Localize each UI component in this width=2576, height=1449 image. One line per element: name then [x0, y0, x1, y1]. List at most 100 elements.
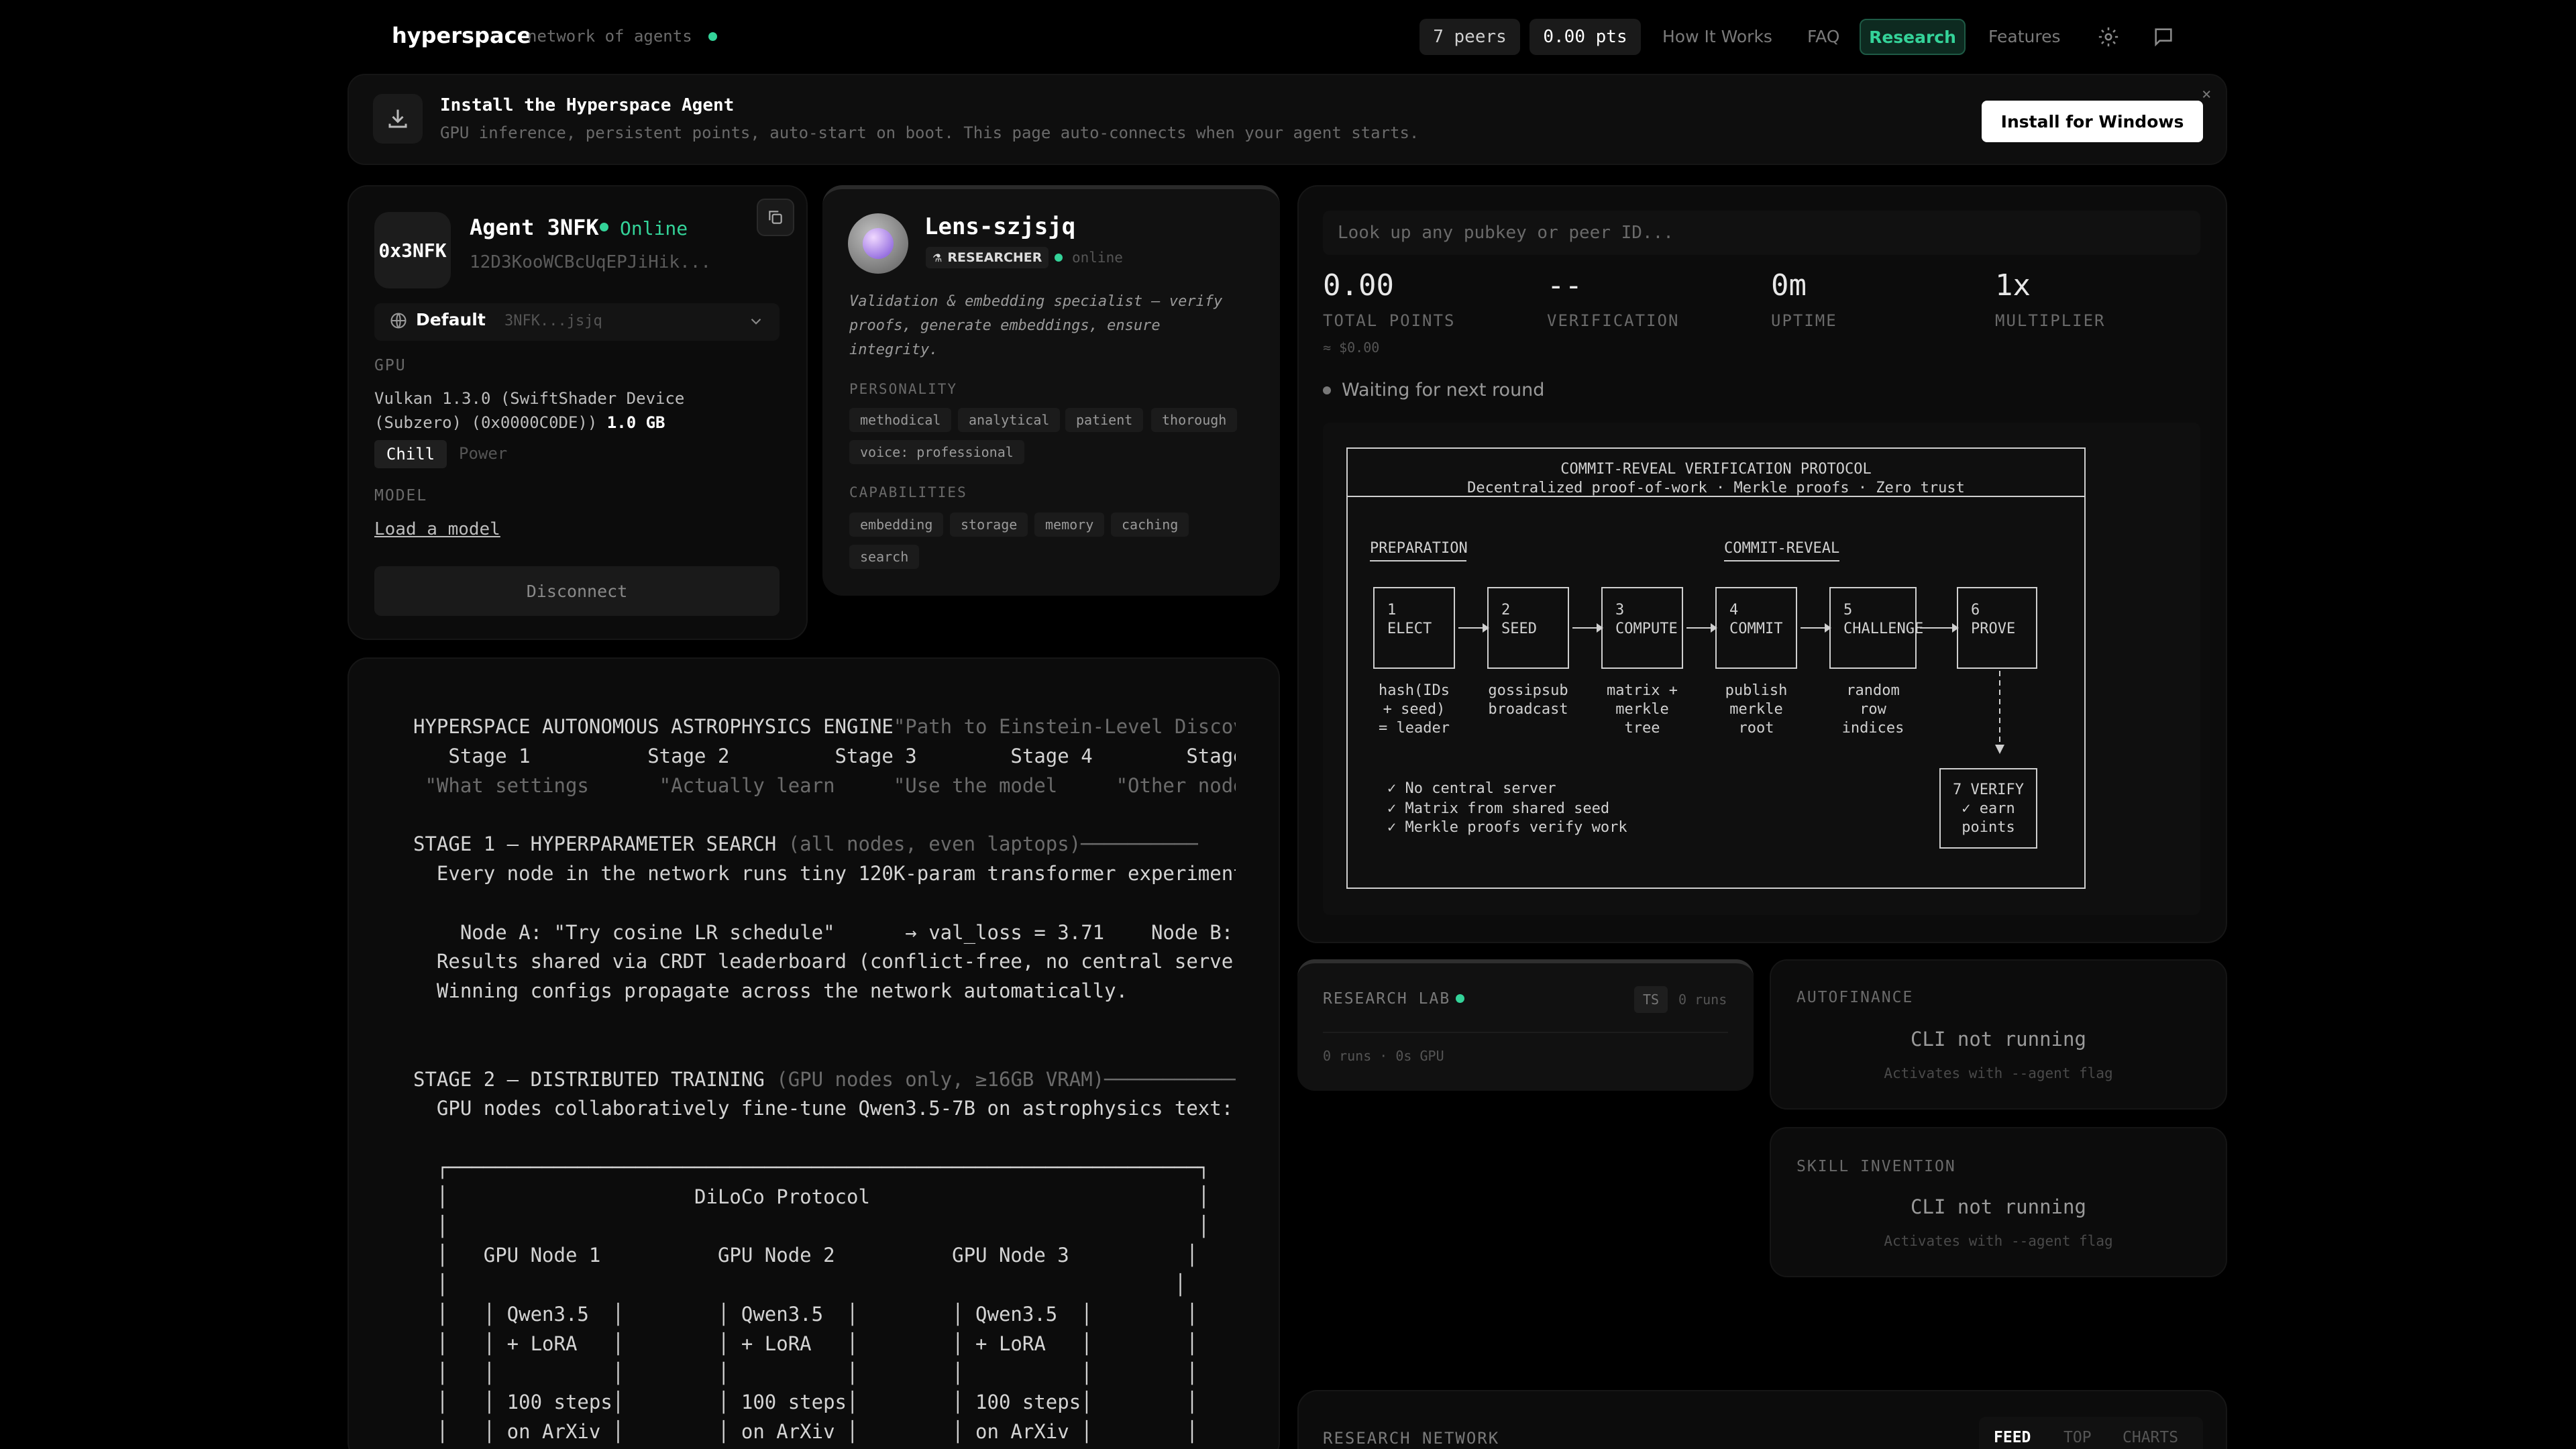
protocol-step-name: PROVE — [1971, 621, 2015, 637]
wallet-label: Default — [416, 310, 486, 329]
protocol-step-number: 6 — [1971, 602, 1980, 619]
engine-ascii-text: HYPERSPACE AUTONOMOUS ASTROPHYSICS ENGIN… — [413, 712, 1236, 1449]
skill-invention-title: SKILL INVENTION — [1796, 1158, 1956, 1175]
brand-logo[interactable]: hyperspace — [392, 23, 531, 48]
verify-step-desc: ✓ earn — [1962, 800, 2015, 817]
engine-line-text: GPU nodes collaboratively fine-tune Qwen… — [413, 1097, 1234, 1120]
protocol-step-desc: row — [1860, 701, 1886, 718]
skill-invention-hint: Activates with --agent flag — [1884, 1233, 2113, 1249]
engine-line: │ │ Qwen3.5 │ │ Qwen3.5 │ │ Qwen3.5 │ │ — [413, 1300, 1236, 1330]
uptime-label: UPTIME — [1771, 311, 1837, 330]
total-points-value: 0.00 — [1323, 268, 1394, 303]
check-item: ✓ Matrix from shared seed — [1387, 800, 1609, 817]
peer-lookup-input[interactable]: Look up any pubkey or peer ID... — [1323, 211, 2200, 255]
round-status-dot — [1323, 386, 1331, 394]
protocol-title: COMMIT-REVEAL VERIFICATION PROTOCOL — [1560, 461, 1872, 478]
capability-tag: memory — [1034, 513, 1105, 537]
protocol-step-number: 4 — [1729, 602, 1738, 619]
engine-line: "What settings "Actually learn "Use the … — [413, 771, 1236, 801]
engine-line: │ │ on ArXiv │ │ on ArXiv │ │ on ArXiv │… — [413, 1417, 1236, 1447]
protocol-step-number: 2 — [1501, 602, 1510, 619]
close-icon[interactable]: × — [2202, 85, 2211, 103]
agent-peer-id[interactable]: 12D3KooWCBcUqEPJiHik... — [470, 252, 711, 272]
chat-icon[interactable] — [2152, 25, 2175, 51]
protocol-step-name: SEED — [1501, 621, 1537, 637]
engine-line: HYPERSPACE AUTONOMOUS ASTROPHYSICS ENGIN… — [413, 712, 1236, 742]
agent-avatar: 0x3NFK — [374, 212, 451, 288]
persona-status: online — [1072, 250, 1123, 266]
usd-equivalent: ≈ $0.00 — [1323, 339, 1380, 356]
protocol-step-desc: random — [1846, 682, 1899, 699]
engine-line-text: │ │ — [413, 1214, 1210, 1238]
banner-subtitle: GPU inference, persistent points, auto-s… — [440, 123, 1419, 142]
capability-tag: embedding — [849, 513, 944, 537]
flask-icon: ⚗ — [932, 251, 943, 264]
engine-line-text: Every node in the network runs tiny 120K… — [413, 861, 1236, 885]
engine-line-text: STAGE 1 — HYPERPARAMETER SEARCH — [413, 833, 788, 856]
protocol-step-number: 3 — [1615, 602, 1624, 619]
persona-avatar — [848, 213, 908, 274]
mode-chill-button[interactable]: Chill — [374, 440, 447, 468]
protocol-step-desc: root — [1739, 720, 1774, 737]
capabilities-label: CAPABILITIES — [849, 484, 967, 500]
tab-top[interactable]: TOP — [2063, 1429, 2092, 1446]
engine-line — [413, 800, 1236, 830]
settings-gear-icon[interactable] — [2097, 25, 2120, 51]
research-lab-summary: 0 runs · 0s GPU — [1323, 1048, 1444, 1064]
verify-step: 7 VERIFY — [1953, 782, 2024, 798]
check-item: ✓ No central server — [1387, 780, 1556, 797]
brand-tagline: network of agents — [527, 27, 692, 46]
online-dot — [600, 223, 608, 231]
multiplier-label: MULTIPLIER — [1995, 311, 2106, 330]
persona-online-dot — [1055, 254, 1063, 262]
engine-line-text: │ │ + LoRA │ │ + LoRA │ │ + LoRA │ │ — [413, 1332, 1198, 1355]
network-status-dot — [708, 32, 717, 41]
engine-line: │ │ 100 steps│ │ 100 steps│ │ 100 steps│… — [413, 1388, 1236, 1417]
install-windows-button[interactable]: Install for Windows — [1982, 101, 2203, 142]
engine-line-text: STAGE 2 — DISTRIBUTED TRAINING — [413, 1067, 777, 1091]
tab-charts[interactable]: CHARTS — [2123, 1429, 2178, 1446]
protocol-step-desc: merkle — [1615, 701, 1668, 718]
nav-research[interactable]: Research — [1860, 19, 1966, 55]
engine-line-text: │ │ │ │ │ │ │ │ — [413, 1361, 1198, 1385]
engine-line-text: │ │ Qwen3.5 │ │ Qwen3.5 │ │ Qwen3.5 │ │ — [413, 1302, 1198, 1326]
nav-features[interactable]: Features — [1988, 27, 2061, 46]
research-lab-status-dot — [1456, 994, 1464, 1003]
protocol-step-number: 5 — [1843, 602, 1852, 619]
load-model-link[interactable]: Load a model — [374, 519, 500, 539]
personality-tag: patient — [1065, 408, 1144, 432]
agent-name: Agent 3NFK — [470, 215, 599, 240]
gpu-vram: 1.0 GB — [606, 413, 665, 432]
protocol-step-desc: hash(IDs — [1379, 682, 1450, 699]
engine-line: Stage 1 Stage 2 Stage 3 Stage 4 Stage — [413, 742, 1236, 771]
engine-line-text: Winning configs propagate across the net… — [413, 979, 1128, 1003]
nav-how-it-works[interactable]: How It Works — [1662, 27, 1772, 46]
capability-tag: search — [849, 545, 920, 569]
protocol-subtitle: Decentralized proof-of-work · Merkle pro… — [1467, 480, 1965, 496]
copy-icon[interactable] — [757, 199, 794, 236]
engine-line-text: Node A: "Try cosine LR schedule" → val_l… — [413, 920, 1236, 944]
engine-line: │ GPU Node 1 GPU Node 2 GPU Node 3 │ — [413, 1241, 1236, 1271]
protocol-step-name: CHALLENGE — [1843, 621, 1923, 637]
agent-status: Online — [620, 217, 688, 239]
engine-line-text: Results shared via CRDT leaderboard (con… — [413, 950, 1236, 973]
mode-power-button[interactable]: Power — [459, 444, 507, 463]
disconnect-button[interactable]: Disconnect — [374, 566, 780, 616]
nav-faq[interactable]: FAQ — [1807, 27, 1839, 46]
protocol-step-desc: tree — [1625, 720, 1660, 737]
persona-role-badge: ⚗ RESEARCHER — [926, 247, 1049, 268]
check-item: ✓ Merkle proofs verify work — [1387, 819, 1627, 836]
points-badge: 0.00 pts — [1529, 19, 1641, 55]
tab-feed[interactable]: FEED — [1994, 1429, 2031, 1446]
ts-badge[interactable]: TS — [1634, 986, 1668, 1013]
research-lab-card — [1297, 959, 1754, 1091]
commit-reveal-label: COMMIT-REVEAL — [1724, 540, 1839, 557]
engine-line-text: ┌───────────────────────────────────────… — [413, 1155, 1210, 1179]
protocol-step-desc: indices — [1842, 720, 1904, 737]
engine-line — [413, 889, 1236, 918]
engine-line: │ │ │ │ │ │ │ │ — [413, 1359, 1236, 1389]
verify-step-desc: points — [1962, 819, 2015, 836]
globe-icon — [389, 311, 408, 333]
uptime-value: 0m — [1771, 268, 1807, 303]
engine-line-note: (GPU nodes only, ≥16GB VRAM)────────────… — [776, 1067, 1236, 1091]
